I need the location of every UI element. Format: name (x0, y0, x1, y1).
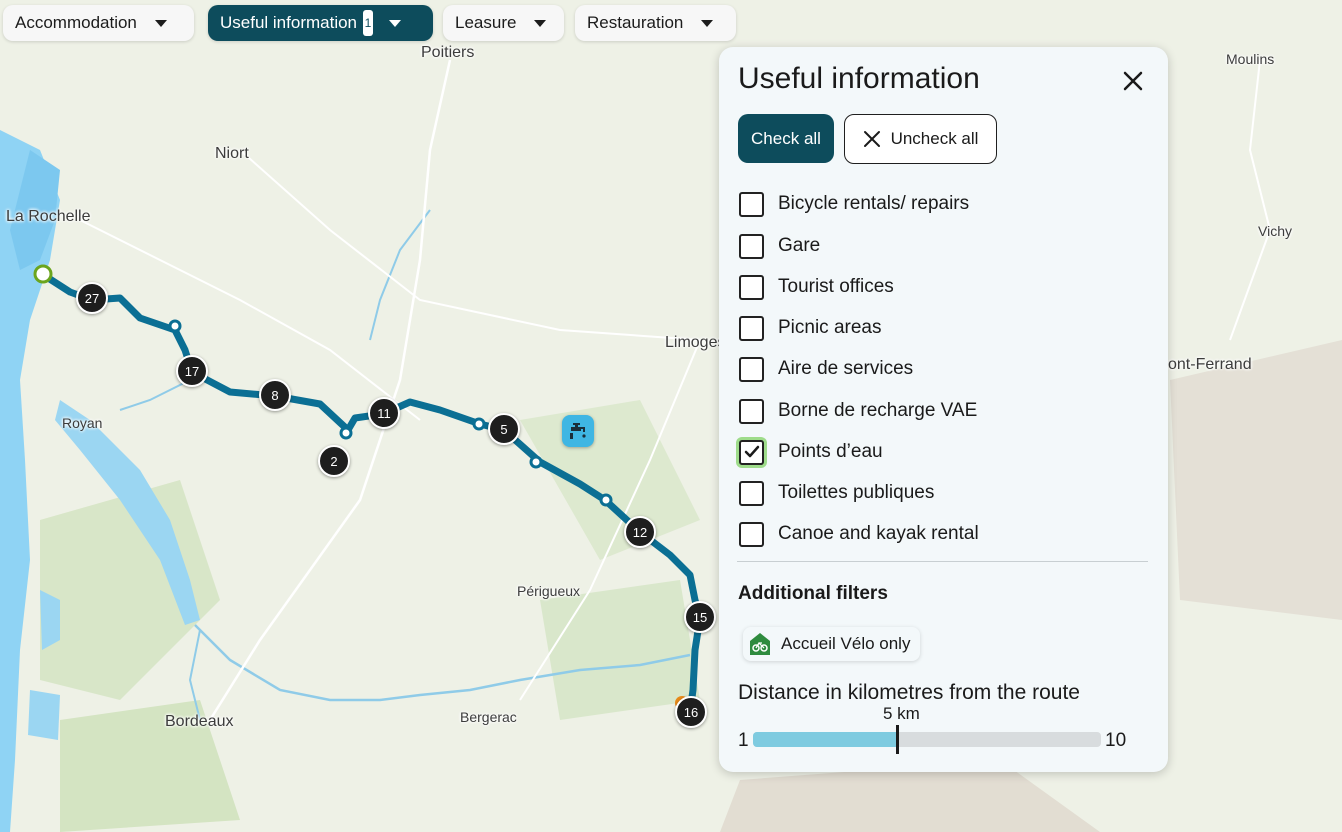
option-label: Borne de recharge VAE (778, 400, 978, 421)
city-label: Périgueux (517, 583, 581, 599)
filter-label: Useful information (220, 13, 358, 32)
option-borne-recharge-vae[interactable]: Borne de recharge VAE (739, 396, 977, 426)
filter-label: Restauration (587, 13, 684, 32)
cluster-marker[interactable]: 15 (684, 601, 716, 633)
checkbox[interactable] (739, 191, 764, 217)
option-gare[interactable]: Gare (739, 231, 820, 261)
city-label: Limoges (665, 334, 726, 351)
chevron-down-icon (154, 19, 167, 27)
option-label: Gare (778, 235, 821, 256)
option-label: Picnic areas (778, 317, 882, 338)
option-label: Toilettes publiques (778, 482, 935, 503)
option-label: Aire de services (778, 358, 914, 379)
filter-label: Leasure (455, 13, 517, 32)
city-label: ont-Ferrand (1168, 356, 1252, 373)
slider-thumb[interactable] (896, 725, 899, 754)
option-toilettes-publiques[interactable]: Toilettes publiques (739, 478, 934, 508)
option-canoe-kayak[interactable]: Canoe and kayak rental (739, 519, 979, 549)
uncheck-all-label: Uncheck all (890, 129, 979, 148)
chevron-down-icon (701, 19, 714, 27)
checkmark-icon (744, 445, 759, 458)
cluster-marker[interactable]: 11 (368, 397, 400, 429)
divider (737, 561, 1148, 562)
chevron-down-icon (534, 19, 547, 27)
chevron-down-icon (389, 19, 402, 27)
filter-label: Accommodation (15, 13, 137, 32)
filter-useful-information[interactable]: Useful information 1 (208, 5, 433, 41)
checkbox[interactable] (739, 274, 764, 300)
filter-restauration[interactable]: Restauration (575, 5, 736, 41)
option-points-d-eau[interactable]: Points d’eau (739, 437, 883, 467)
cluster-marker[interactable]: 12 (624, 516, 656, 548)
city-label: Royan (62, 415, 103, 431)
checkbox[interactable] (739, 521, 764, 547)
option-picnic-areas[interactable]: Picnic areas (739, 313, 882, 343)
option-label: Canoe and kayak rental (778, 523, 979, 544)
slider-min-label: 1 (738, 730, 749, 751)
city-label: Poitiers (421, 44, 475, 61)
cluster-marker[interactable]: 17 (176, 355, 208, 387)
checkbox[interactable] (739, 315, 764, 341)
option-label: Tourist offices (778, 276, 894, 297)
checkbox[interactable] (739, 233, 764, 259)
close-icon (863, 131, 880, 147)
city-label: Niort (215, 145, 249, 162)
useful-information-panel: Useful information Check all Uncheck all… (719, 47, 1168, 772)
filter-accommodation[interactable]: Accommodation (3, 5, 194, 41)
city-label: Moulins (1226, 51, 1275, 67)
option-tourist-offices[interactable]: Tourist offices (739, 272, 894, 302)
option-bicycle-rentals[interactable]: Bicycle rentals/ repairs (739, 189, 969, 219)
cluster-marker[interactable]: 2 (318, 445, 350, 477)
distance-slider[interactable] (753, 725, 1101, 754)
filter-leasure[interactable]: Leasure (443, 5, 564, 41)
cluster-marker[interactable]: 16 (675, 696, 707, 728)
slider-fill (753, 732, 897, 747)
checkbox[interactable] (739, 398, 764, 424)
checkbox[interactable] (739, 480, 764, 506)
checkbox[interactable] (739, 356, 764, 382)
checkbox-checked[interactable] (739, 439, 764, 465)
option-label: Points d’eau (778, 441, 883, 462)
slider-max-label: 10 (1105, 730, 1127, 751)
option-aire-de-services[interactable]: Aire de services (739, 354, 913, 384)
water-tap-icon[interactable] (562, 415, 594, 447)
city-label: Vichy (1258, 223, 1292, 239)
cluster-marker[interactable]: 8 (259, 379, 291, 411)
filter-count-badge: 1 (363, 10, 374, 36)
uncheck-all-button[interactable]: Uncheck all (844, 114, 997, 164)
city-label: La Rochelle (6, 208, 91, 225)
close-icon[interactable] (1121, 69, 1145, 93)
city-label: Bergerac (460, 709, 517, 725)
panel-title: Useful information (738, 62, 980, 95)
cluster-marker[interactable]: 27 (76, 282, 108, 314)
check-all-button[interactable]: Check all (738, 114, 834, 163)
city-label: Bordeaux (165, 713, 234, 730)
additional-filters-title: Additional filters (738, 583, 888, 604)
distance-value: 5 km (883, 704, 920, 723)
accueil-velo-label: Accueil Vélo only (781, 634, 911, 653)
distance-title: Distance in kilometres from the route (738, 681, 1080, 704)
option-label: Bicycle rentals/ repairs (778, 193, 970, 214)
accueil-velo-toggle[interactable]: Accueil Vélo only (743, 627, 921, 661)
accueil-velo-icon (750, 633, 770, 655)
cluster-marker[interactable]: 5 (488, 413, 520, 445)
